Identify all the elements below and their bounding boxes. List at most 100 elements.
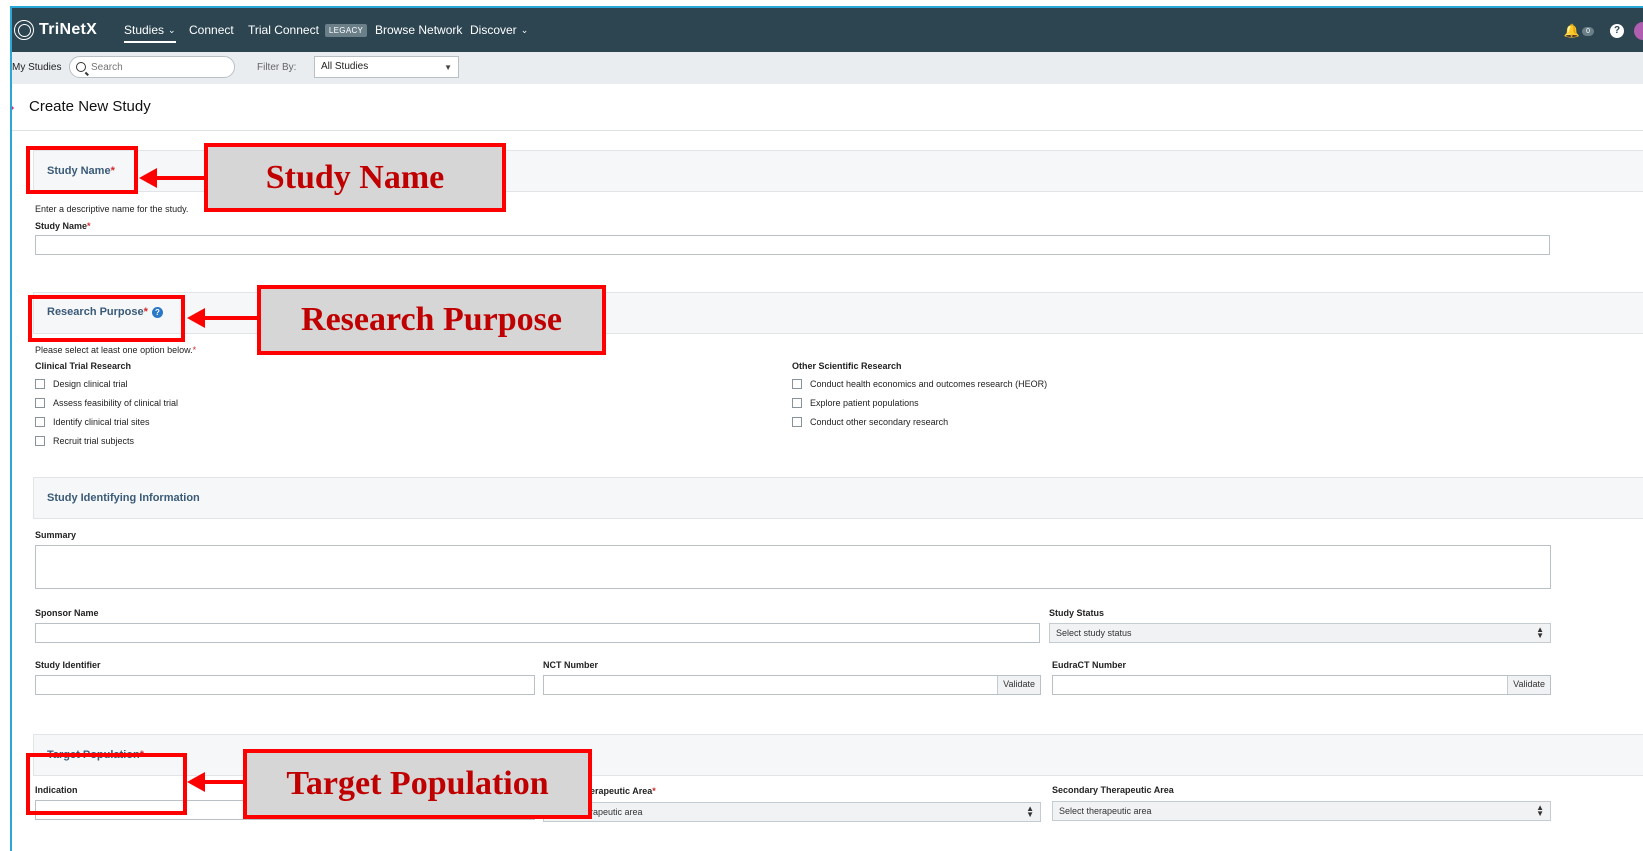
eudract-validate-button[interactable]: Validate [1507, 676, 1550, 694]
required-marker: * [192, 345, 197, 355]
nav-connect[interactable]: Connect [189, 23, 234, 37]
annotation-box-study-name [26, 146, 138, 194]
checkbox[interactable] [35, 398, 45, 408]
avatar[interactable] [1634, 22, 1643, 40]
search-input[interactable] [91, 61, 221, 73]
study-identifier-label: Study Identifier [35, 660, 101, 670]
checkbox[interactable] [35, 417, 45, 427]
checkbox[interactable] [35, 436, 45, 446]
research-purpose-hint: Please select at least one option below.… [35, 345, 196, 355]
annotation-arrow-line [202, 780, 244, 784]
primary-area-select[interactable]: Select therapeutic area ▲ ▼ [543, 802, 1041, 822]
sort-caret-icon: ▲ ▼ [1026, 804, 1034, 819]
nav-browse-network[interactable]: Browse Network [375, 23, 462, 37]
page-title: Create New Study [29, 98, 151, 115]
required-marker: * [652, 786, 656, 796]
header-divider [12, 130, 1643, 131]
nct-number-input[interactable]: Validate [543, 675, 1041, 695]
chevron-down-icon: ⌄ [520, 24, 529, 35]
legacy-badge: LEGACY [324, 23, 368, 37]
summary-textarea[interactable] [35, 545, 1551, 589]
caret-down-icon: ▼ [444, 63, 452, 72]
study-name-label: Study Name* [35, 221, 91, 231]
nav-discover-label: Discover [470, 23, 517, 37]
checkbox[interactable] [792, 417, 802, 427]
search-box[interactable] [69, 56, 235, 78]
study-name-hint: Enter a descriptive name for the study. [35, 204, 189, 214]
annotation-arrow-line [154, 176, 204, 180]
logo-text: TriNetX [39, 21, 98, 38]
option-design-clinical-trial[interactable]: Design clinical trial [35, 379, 128, 389]
other-research-heading: Other Scientific Research [792, 361, 902, 371]
study-status-label: Study Status [1049, 608, 1105, 618]
annotation-callout-research-purpose: Research Purpose [257, 285, 606, 355]
identifying-info-section-title: Study Identifying Information [47, 492, 200, 504]
top-nav: TriNetX Studies ⌄ Connect Trial Connect … [12, 8, 1643, 52]
studies-toolbar: My Studies Filter By: All Studies ▼ [12, 52, 1643, 84]
sponsor-name-input[interactable] [35, 623, 1040, 643]
sort-caret-icon: ▲ ▼ [1536, 803, 1544, 818]
option-assess-feasibility[interactable]: Assess feasibility of clinical trial [35, 398, 178, 408]
checkbox[interactable] [792, 379, 802, 389]
annotation-arrow-line [202, 316, 257, 320]
nav-discover[interactable]: Discover ⌄ [470, 23, 528, 37]
annotation-callout-study-name: Study Name [204, 143, 506, 212]
filter-value: All Studies [321, 61, 369, 72]
checkbox[interactable] [792, 398, 802, 408]
nav-studies-label: Studies [124, 23, 165, 37]
my-studies-label: My Studies [12, 62, 62, 73]
option-label: Explore patient populations [810, 398, 919, 408]
option-label: Identify clinical trial sites [53, 417, 150, 427]
nct-number-label: NCT Number [543, 660, 599, 670]
nav-trial-connect[interactable]: Trial Connect LEGACY [248, 23, 368, 37]
filter-select[interactable]: All Studies ▼ [314, 56, 459, 78]
option-label: Design clinical trial [53, 379, 128, 389]
identifying-info-section [33, 477, 1643, 519]
research-purpose-hint-text: Please select at least one option below. [35, 345, 193, 355]
notification-count: 0 [1582, 26, 1594, 36]
nav-right-tools: 🔔 0 ? [1564, 22, 1643, 40]
nav-studies[interactable]: Studies ⌄ [124, 23, 176, 43]
nav-connect-label: Connect [189, 23, 234, 37]
option-recruit-subjects[interactable]: Recruit trial subjects [35, 436, 134, 446]
summary-label: Summary [35, 530, 77, 540]
annotation-callout-target-population: Target Population [243, 749, 592, 819]
sort-caret-icon: ▲ ▼ [1536, 625, 1544, 640]
logo-icon [14, 20, 34, 40]
option-other-secondary[interactable]: Conduct other secondary research [792, 417, 948, 427]
option-explore-populations[interactable]: Explore patient populations [792, 398, 919, 408]
nav-trial-connect-label: Trial Connect [248, 23, 319, 37]
required-marker: * [87, 221, 91, 231]
option-label: Conduct other secondary research [810, 417, 949, 427]
secondary-area-label: Secondary Therapeutic Area [1052, 785, 1174, 795]
filter-label: Filter By: [257, 62, 297, 73]
study-name-input[interactable] [35, 235, 1550, 255]
option-label: Recruit trial subjects [53, 436, 135, 446]
study-status-value: Select study status [1056, 628, 1132, 638]
option-heor[interactable]: Conduct health economics and outcomes re… [792, 379, 1047, 389]
eudract-number-input[interactable]: Validate [1052, 675, 1551, 695]
chevron-down-icon: ⌄ [168, 24, 176, 35]
secondary-area-select[interactable]: Select therapeutic area ▲ ▼ [1052, 801, 1551, 821]
search-icon [76, 62, 86, 72]
nct-validate-button[interactable]: Validate [997, 676, 1040, 694]
help-icon[interactable]: ? [1610, 24, 1624, 38]
option-label: Conduct health economics and outcomes re… [810, 379, 1048, 389]
secondary-area-value: Select therapeutic area [1059, 806, 1152, 816]
annotation-box-research-purpose [28, 295, 185, 342]
sponsor-name-label: Sponsor Name [35, 608, 99, 618]
page-pointer-icon [12, 94, 14, 122]
study-name-label-text: Study Name [35, 221, 88, 231]
trinetx-logo[interactable]: TriNetX [14, 20, 97, 40]
bell-icon[interactable]: 🔔 [1564, 23, 1580, 39]
app-frame: TriNetX Studies ⌄ Connect Trial Connect … [10, 6, 1643, 851]
checkbox[interactable] [35, 379, 45, 389]
study-identifier-input[interactable] [35, 675, 535, 695]
nav-browse-network-label: Browse Network [375, 23, 463, 37]
clinical-trial-heading: Clinical Trial Research [35, 361, 132, 371]
study-status-select[interactable]: Select study status ▲ ▼ [1049, 623, 1551, 643]
option-label: Assess feasibility of clinical trial [53, 398, 179, 408]
option-identify-sites[interactable]: Identify clinical trial sites [35, 417, 150, 427]
eudract-number-label: EudraCT Number [1052, 660, 1127, 670]
annotation-box-target-population [26, 753, 187, 815]
